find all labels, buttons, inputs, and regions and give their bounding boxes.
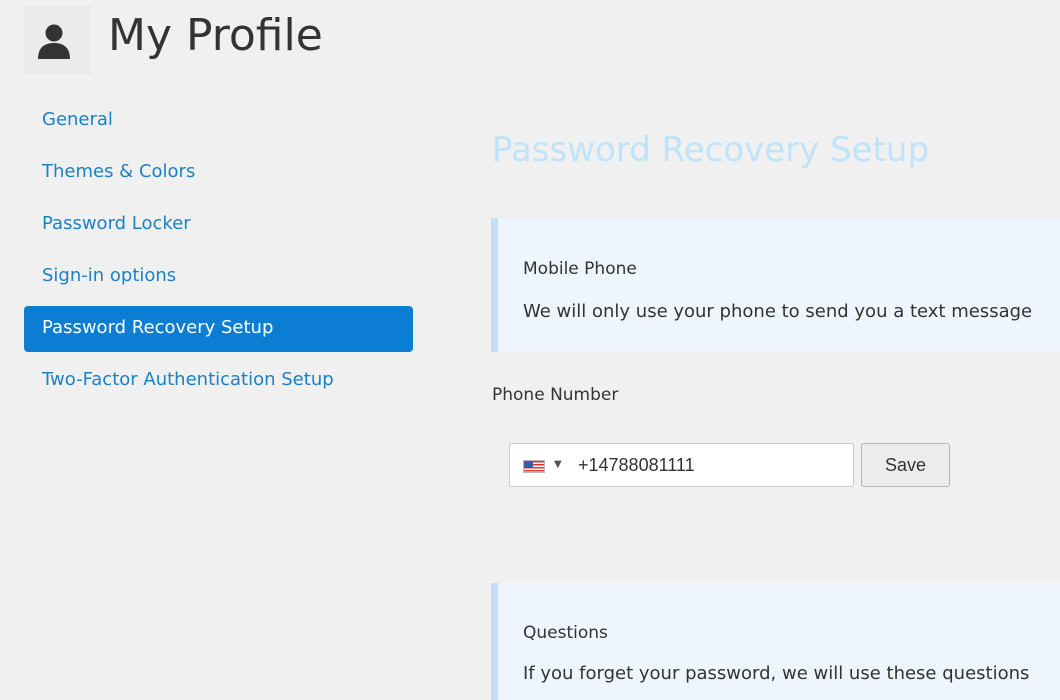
mobile-phone-info-box: Mobile Phone We will only use your phone… (491, 218, 1060, 352)
sidebar-item-password-locker[interactable]: Password Locker (24, 202, 413, 248)
save-button[interactable]: Save (861, 443, 950, 487)
page-title: My Profile (108, 10, 323, 61)
sidebar: General Themes & Colors Password Locker … (24, 98, 413, 410)
phone-number-input[interactable]: ▼ +14788081111 (509, 443, 854, 487)
questions-heading: Questions (523, 623, 608, 643)
sidebar-item-sign-in-options[interactable]: Sign-in options (24, 254, 413, 300)
mobile-phone-heading: Mobile Phone (523, 259, 637, 279)
us-flag-icon[interactable] (523, 460, 545, 473)
sidebar-item-themes-colors[interactable]: Themes & Colors (24, 150, 413, 196)
mobile-phone-description: We will only use your phone to send you … (523, 301, 1033, 322)
questions-info-box: Questions If you forget your password, w… (491, 583, 1060, 700)
sidebar-item-password-recovery-setup[interactable]: Password Recovery Setup (24, 306, 413, 352)
flag-canton (524, 461, 533, 468)
user-icon (38, 24, 70, 59)
chevron-down-icon[interactable]: ▼ (554, 455, 562, 475)
questions-description: If you forget your password, we will use… (523, 663, 1030, 684)
sidebar-item-general[interactable]: General (24, 98, 413, 144)
sidebar-item-two-factor-authentication-setup[interactable]: Two-Factor Authentication Setup (24, 358, 413, 404)
phone-number-value[interactable]: +14788081111 (578, 454, 695, 476)
section-title: Password Recovery Setup (492, 130, 930, 170)
phone-number-label: Phone Number (492, 385, 619, 405)
